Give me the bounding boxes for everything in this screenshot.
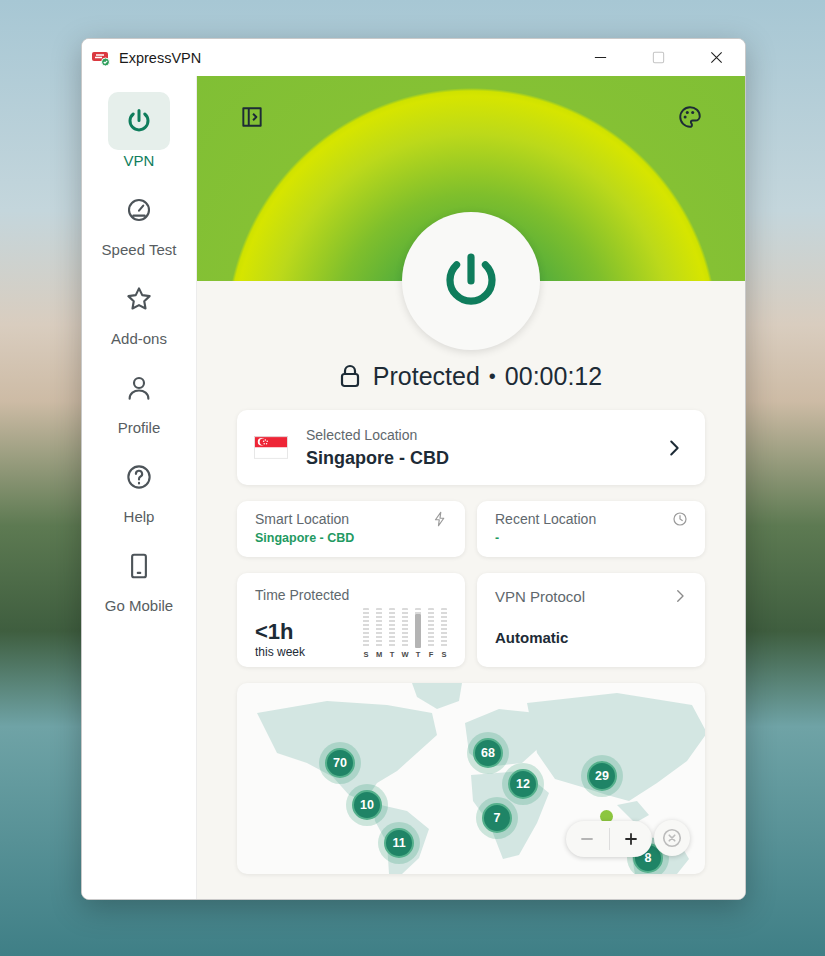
day-label: W xyxy=(401,650,408,659)
sidebar-item[interactable]: Help xyxy=(84,448,194,526)
close-circle-icon xyxy=(661,827,683,849)
shortcut-value: Singapore - CBD xyxy=(255,531,449,546)
day-column: S xyxy=(441,608,447,659)
chevron-right-icon xyxy=(663,437,685,459)
shortcut-caption: Recent Location xyxy=(495,511,596,528)
day-bar-track xyxy=(363,608,369,648)
day-bar-track xyxy=(441,608,447,648)
selected-location-name: Singapore - CBD xyxy=(306,447,645,469)
day-label: S xyxy=(363,650,368,659)
server-cluster-pin[interactable]: 29 xyxy=(581,755,623,797)
zoom-in-button[interactable] xyxy=(610,821,653,857)
title-bar: ExpressVPN xyxy=(82,39,745,76)
time-protected-card: Time Protected<1hthis weekSMTWTFS xyxy=(237,573,465,667)
status-separator: • xyxy=(489,365,496,388)
day-label: S xyxy=(441,650,446,659)
day-bar-track xyxy=(428,608,434,648)
server-cluster-pin[interactable]: 10 xyxy=(346,784,388,826)
day-column: F xyxy=(428,608,434,659)
location-shortcut-card[interactable]: Smart Location Singapore - CBD xyxy=(237,501,465,557)
day-label: T xyxy=(390,650,395,659)
day-label: F xyxy=(429,650,434,659)
server-cluster-pin[interactable]: 12 xyxy=(502,763,544,805)
day-column: M xyxy=(376,608,382,659)
power-icon xyxy=(435,245,507,317)
server-cluster-pin[interactable]: 70 xyxy=(319,742,361,784)
person-icon xyxy=(124,373,154,403)
connection-status: Protected • 00:00:12 xyxy=(237,360,705,392)
selected-location-card[interactable]: Selected Location Singapore - CBD xyxy=(237,410,705,485)
shortcut-caption: Smart Location xyxy=(255,511,349,528)
server-cluster-pin[interactable]: 68 xyxy=(467,732,509,774)
day-bar-track xyxy=(389,608,395,648)
maximize-icon xyxy=(651,50,666,65)
day-column: T xyxy=(389,608,395,659)
sidebar-item[interactable]: Add-ons xyxy=(84,270,194,348)
day-bar xyxy=(415,614,421,648)
day-label: M xyxy=(376,650,382,659)
zoom-control xyxy=(566,821,652,857)
singapore-flag-icon xyxy=(254,436,288,459)
close-button[interactable] xyxy=(687,39,745,76)
desktop: ExpressVPN VPN Speed Test Add-ons Profile Hel… xyxy=(0,0,825,956)
connection-timer: 00:00:12 xyxy=(505,362,602,391)
selected-location-caption: Selected Location xyxy=(306,427,645,444)
plus-icon xyxy=(623,831,639,847)
gauge-icon xyxy=(124,195,154,225)
chevron-right-icon xyxy=(671,587,689,605)
window-title: ExpressVPN xyxy=(119,50,201,66)
palette-icon xyxy=(677,104,703,130)
lock-icon xyxy=(340,364,360,388)
power-button[interactable] xyxy=(402,212,540,350)
sidebar-toggle-button[interactable] xyxy=(237,102,267,132)
minimize-button[interactable] xyxy=(571,39,629,76)
theme-button[interactable] xyxy=(675,102,705,132)
time-protected-caption: Time Protected xyxy=(255,587,449,604)
day-column: T xyxy=(415,608,421,659)
day-bar-track xyxy=(376,608,382,648)
panel-icon xyxy=(239,104,265,130)
sidebar-item[interactable]: VPN xyxy=(84,92,194,170)
minimize-icon xyxy=(593,50,608,65)
expressvpn-logo-icon xyxy=(91,49,111,67)
day-bar-track xyxy=(415,608,421,648)
server-cluster-pin[interactable]: 11 xyxy=(378,822,420,864)
weekly-chart: SMTWTFS xyxy=(363,608,447,659)
power-icon xyxy=(124,106,154,136)
star-icon xyxy=(124,284,154,314)
phone-icon xyxy=(124,551,154,581)
minus-icon xyxy=(579,831,595,847)
close-icon xyxy=(709,50,724,65)
lightning-icon xyxy=(431,510,449,528)
day-column: W xyxy=(402,608,408,659)
vpn-protocol-card[interactable]: VPN Protocol Automatic xyxy=(477,573,705,667)
shortcut-value: - xyxy=(495,531,689,546)
server-map[interactable]: 70681229107118 xyxy=(237,683,705,874)
protocol-caption: VPN Protocol xyxy=(495,588,585,605)
server-cluster-pin[interactable]: 7 xyxy=(476,797,518,839)
status-label: Protected xyxy=(373,362,480,391)
sidebar-item[interactable]: Profile xyxy=(84,359,194,437)
clock-icon xyxy=(671,510,689,528)
time-protected-value: <1h xyxy=(255,619,305,645)
zoom-out-button[interactable] xyxy=(566,821,609,857)
day-label: T xyxy=(416,650,421,659)
sidebar-item[interactable]: Speed Test xyxy=(84,181,194,259)
app-window: ExpressVPN VPN Speed Test Add-ons Profile Hel… xyxy=(81,38,746,900)
protocol-value: Automatic xyxy=(495,629,689,646)
day-column: S xyxy=(363,608,369,659)
location-shortcut-card[interactable]: Recent Location - xyxy=(477,501,705,557)
reset-map-button[interactable] xyxy=(654,820,690,856)
maximize-button[interactable] xyxy=(629,39,687,76)
day-bar-track xyxy=(402,608,408,648)
sidebar: VPN Speed Test Add-ons Profile Help Go Mobile xyxy=(82,76,197,899)
time-protected-period: this week xyxy=(255,645,305,659)
sidebar-item[interactable]: Go Mobile xyxy=(84,537,194,615)
help-icon xyxy=(124,462,154,492)
